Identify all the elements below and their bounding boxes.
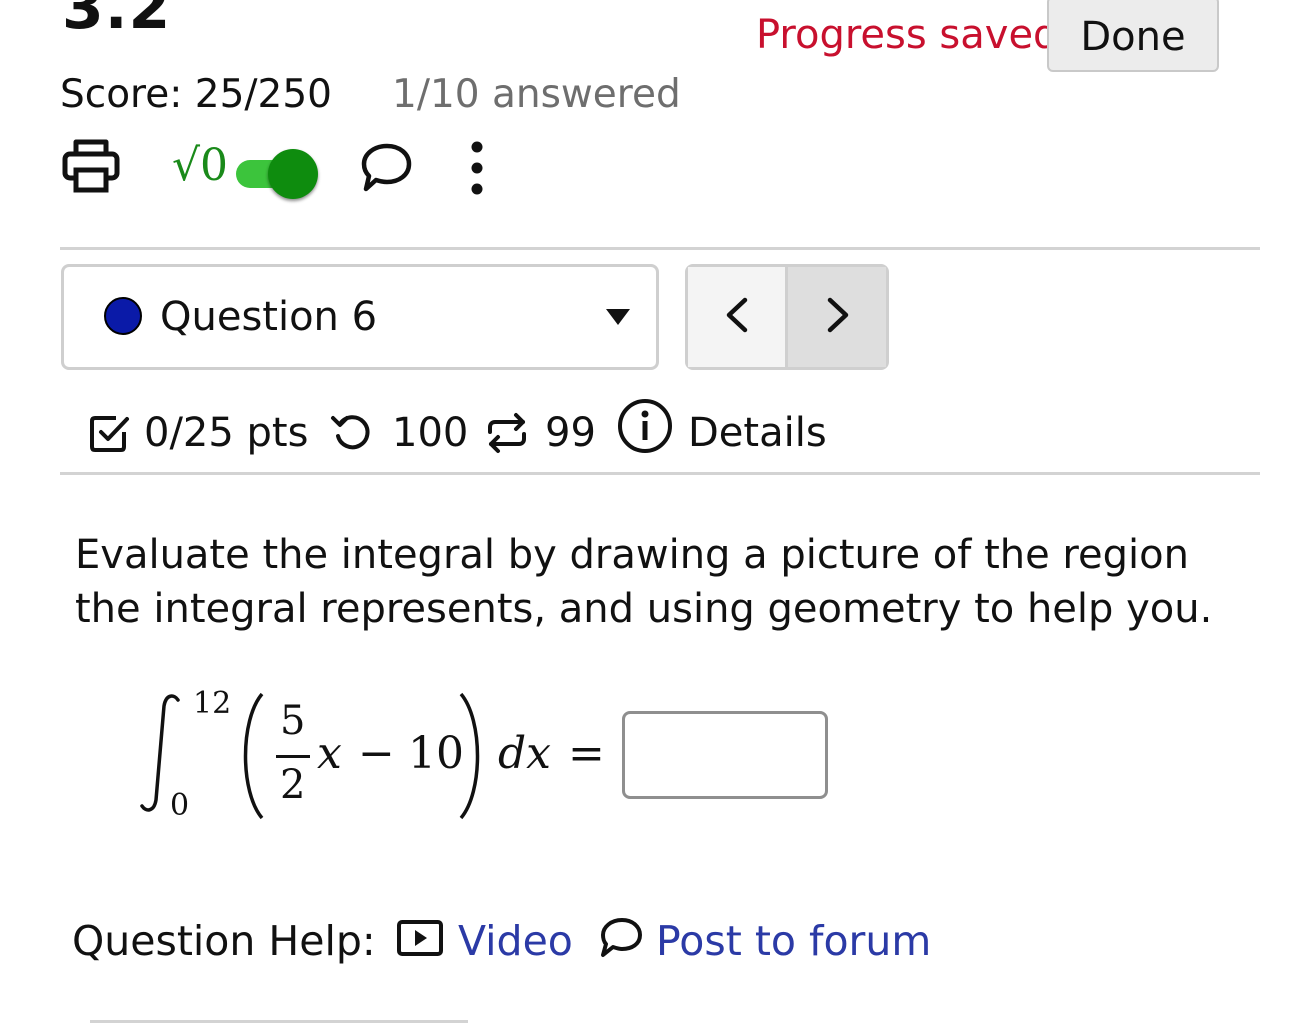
details-button[interactable]: Details	[688, 410, 827, 456]
retry-icon	[330, 412, 376, 454]
question-status-dot	[104, 297, 142, 335]
left-paren	[232, 690, 268, 822]
fraction-denominator: 2	[280, 762, 306, 808]
attempts-count: 99	[545, 410, 596, 456]
post-to-forum-link[interactable]: Post to forum	[656, 917, 931, 965]
more-vertical-icon[interactable]	[466, 140, 488, 196]
chevron-right-icon	[827, 297, 849, 333]
question-prompt: Evaluate the integral by drawing a pictu…	[75, 532, 1213, 632]
checkbox-icon	[88, 412, 130, 454]
right-paren	[455, 690, 491, 822]
score-text: Score: 25/250	[60, 72, 332, 117]
math-input-toggle-label: √0	[172, 140, 229, 191]
progress-status: Progress saved	[756, 12, 1059, 58]
forum-icon[interactable]	[598, 916, 644, 960]
repeat-icon	[484, 412, 530, 454]
points-text: 0/25 pts	[144, 410, 309, 456]
previous-question-button[interactable]	[688, 267, 785, 367]
chevron-down-icon	[606, 309, 630, 325]
fraction-bar	[276, 755, 310, 758]
integral-lower-limit: 0	[170, 788, 190, 823]
answered-count: 1/10 answered	[392, 72, 681, 117]
variable-x: x	[317, 728, 342, 779]
differential: dx	[498, 728, 551, 779]
video-icon[interactable]	[396, 918, 446, 958]
retries-count: 100	[392, 410, 469, 456]
assignment-title: 3.2	[62, 0, 172, 43]
minus-sign: −	[358, 728, 395, 779]
integral-upper-limit: 12	[193, 686, 232, 721]
chat-icon[interactable]	[360, 142, 412, 194]
divider	[60, 247, 1260, 250]
divider	[60, 472, 1260, 475]
info-icon[interactable]	[617, 398, 673, 454]
question-select-label: Question 6	[160, 294, 378, 340]
question-help-label: Question Help:	[72, 917, 376, 965]
next-question-button[interactable]	[788, 267, 886, 367]
done-button[interactable]: Done	[1047, 0, 1219, 72]
chevron-left-icon	[726, 297, 748, 333]
toggle-knob[interactable]	[268, 149, 318, 199]
printer-icon[interactable]	[62, 138, 120, 194]
answer-input[interactable]	[622, 711, 828, 799]
fraction-numerator: 5	[280, 698, 306, 744]
video-link[interactable]: Video	[458, 917, 573, 965]
equals-sign: =	[568, 728, 605, 779]
